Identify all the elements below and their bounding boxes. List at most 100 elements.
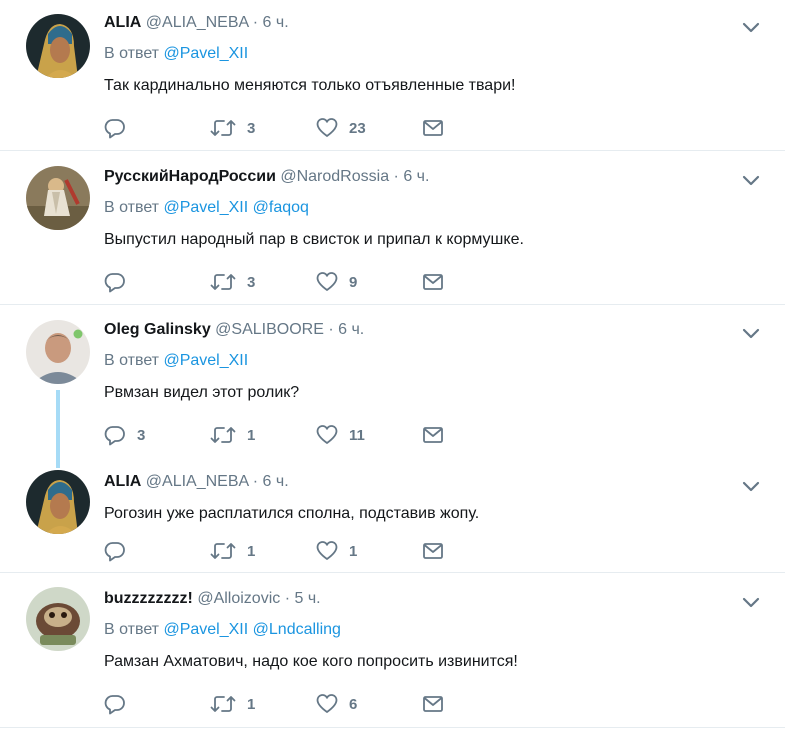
display-name[interactable]: РусскийНародРоссии [104, 168, 276, 185]
separator-dot: · [284, 590, 291, 607]
dm-button[interactable] [422, 540, 444, 562]
reply-button[interactable] [104, 117, 137, 139]
heart-icon [316, 694, 338, 713]
chevron-down-icon[interactable] [741, 479, 761, 493]
envelope-icon [423, 120, 443, 136]
like-button[interactable]: 9 [316, 271, 357, 293]
like-count: 6 [349, 695, 358, 713]
timestamp[interactable]: 6 ч. [263, 14, 289, 31]
chevron-down-icon[interactable] [741, 20, 761, 34]
retweet-button[interactable]: 3 [210, 117, 255, 139]
reply-icon [104, 426, 125, 446]
reply-icon [104, 695, 125, 715]
reply-context: В ответ @Pavel_XII [104, 351, 765, 371]
retweet-button[interactable]: 1 [210, 540, 255, 562]
tweet-text: Рамзан Ахматович, надо кое кого попросит… [104, 653, 518, 670]
like-count: 23 [349, 119, 366, 137]
retweet-button[interactable]: 1 [210, 693, 255, 715]
like-count: 9 [349, 273, 358, 291]
tweet[interactable]: РусскийНародРоссии @NarodRossia · 6 ч. В… [0, 151, 785, 304]
avatar[interactable] [26, 166, 90, 230]
retweet-count: 3 [247, 273, 256, 291]
retweet-count: 3 [247, 119, 256, 137]
retweet-count: 1 [247, 695, 256, 713]
retweet-icon [210, 120, 236, 136]
mention-link[interactable]: @faqoq [253, 199, 309, 216]
retweet-icon [210, 543, 236, 559]
dm-button[interactable] [422, 271, 444, 293]
user-handle[interactable]: @Alloizovic [197, 590, 280, 607]
like-button[interactable]: 23 [316, 117, 366, 139]
heart-icon [316, 541, 338, 560]
retweet-icon [210, 274, 236, 290]
verified-badge-icon [73, 326, 83, 339]
user-handle[interactable]: @ALIA_NEBA [146, 473, 249, 490]
separator-dot: · [328, 321, 334, 338]
display-name[interactable]: ALIA [104, 14, 141, 31]
reply-icon [104, 273, 125, 293]
reply-context: В ответ @Pavel_XII [104, 44, 765, 64]
avatar[interactable] [26, 470, 90, 534]
reply-count: 3 [137, 426, 146, 444]
user-handle[interactable]: @ALIA_NEBA [146, 14, 249, 31]
tweet[interactable]: Oleg Galinsky @SALIBOORE · 6 ч. В ответ … [0, 305, 785, 465]
reply-icon [104, 119, 125, 139]
user-handle[interactable]: @SALIBOORE [215, 321, 324, 338]
separator-dot: · [252, 473, 259, 490]
timestamp[interactable]: 6 ч. [403, 168, 429, 185]
reply-button[interactable] [104, 271, 137, 293]
mention-link[interactable]: @Pavel_XII [163, 352, 248, 369]
reply-button[interactable] [104, 693, 137, 715]
reply-prefix: В ответ [104, 45, 160, 62]
timestamp[interactable]: 6 ч. [338, 321, 364, 338]
dm-button[interactable] [422, 117, 444, 139]
avatar[interactable] [26, 587, 90, 651]
retweet-icon [210, 696, 236, 712]
mention-link[interactable]: @Lndcalling [253, 621, 341, 638]
reply-context: В ответ @Pavel_XII @faqoq [104, 198, 765, 218]
retweet-button[interactable]: 3 [210, 271, 255, 293]
envelope-icon [423, 427, 443, 443]
tweet-text: Выпустил народный пар в свисток и припал… [104, 231, 524, 248]
retweet-button[interactable]: 1 [210, 424, 255, 446]
reply-prefix: В ответ [104, 352, 160, 369]
like-button[interactable]: 1 [316, 540, 357, 562]
divider [0, 727, 785, 728]
like-count: 11 [349, 426, 365, 444]
envelope-icon [423, 543, 443, 559]
retweet-count: 1 [247, 542, 256, 560]
dm-button[interactable] [422, 424, 444, 446]
reply-prefix: В ответ [104, 621, 160, 638]
display-name[interactable]: buzzzzzzzz! [104, 590, 193, 607]
dm-button[interactable] [422, 693, 444, 715]
reply-button[interactable]: 3 [104, 424, 145, 446]
heart-icon [316, 272, 338, 291]
like-button[interactable]: 11 [316, 424, 365, 446]
reply-context: В ответ @Pavel_XII @Lndcalling [104, 620, 765, 640]
avatar[interactable] [26, 14, 90, 78]
tweet[interactable]: ALIA @ALIA_NEBA · 6 ч. Рогозин уже распл… [0, 465, 785, 572]
display-name[interactable]: ALIA [104, 473, 141, 490]
heart-icon [316, 118, 338, 137]
heart-icon [316, 425, 338, 444]
like-count: 1 [349, 542, 358, 560]
tweet[interactable]: buzzzzzzzz! @Alloizovic · 5 ч. В ответ @… [0, 573, 785, 727]
mention-link[interactable]: @Pavel_XII [163, 45, 248, 62]
chevron-down-icon[interactable] [741, 173, 761, 187]
mention-link[interactable]: @Pavel_XII [163, 621, 248, 638]
retweet-count: 1 [247, 426, 256, 444]
user-handle[interactable]: @NarodRossia [280, 168, 389, 185]
timestamp[interactable]: 5 ч. [295, 590, 321, 607]
mention-link[interactable]: @Pavel_XII [163, 199, 248, 216]
tweet-text: Так кардинально меняются только отъявлен… [104, 77, 516, 94]
reply-button[interactable] [104, 540, 137, 562]
display-name[interactable]: Oleg Galinsky [104, 321, 211, 338]
retweet-icon [210, 427, 236, 443]
chevron-down-icon[interactable] [741, 595, 761, 609]
envelope-icon [423, 696, 443, 712]
chevron-down-icon[interactable] [741, 326, 761, 340]
like-button[interactable]: 6 [316, 693, 357, 715]
reply-icon [104, 542, 125, 562]
timestamp[interactable]: 6 ч. [263, 473, 289, 490]
tweet[interactable]: ALIA @ALIA_NEBA · 6 ч. В ответ @Pavel_XI… [0, 0, 785, 150]
